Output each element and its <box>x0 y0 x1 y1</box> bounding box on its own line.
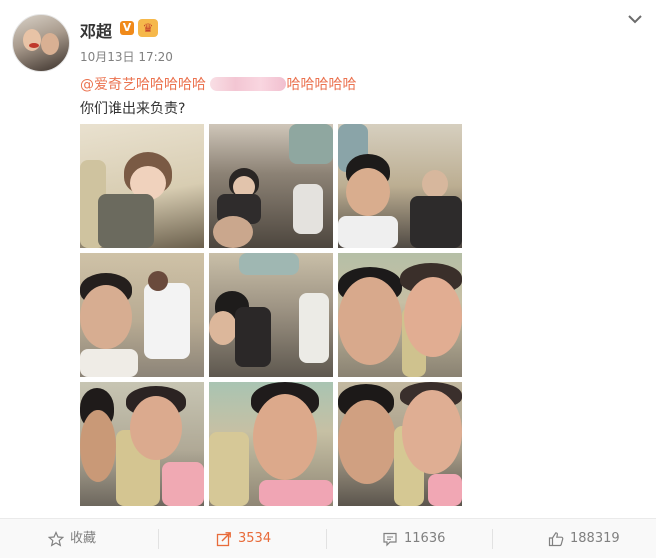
vip-crown-icon: ♛ <box>138 19 158 37</box>
verified-badge-icon: V <box>120 21 134 35</box>
share-icon <box>216 532 231 547</box>
divider <box>326 529 327 549</box>
photo-thumbnail[interactable] <box>80 382 204 506</box>
favorite-button[interactable]: 收藏 <box>48 519 128 558</box>
star-icon <box>48 531 64 547</box>
author-name[interactable]: 邓超 <box>80 18 112 42</box>
comment-button[interactable]: 11636 <box>382 519 462 558</box>
weibo-post-card: 邓超 V ♛ 10月13日 17:20 @爱奇艺哈哈哈哈哈 哈哈哈哈哈 你们谁出… <box>0 0 656 558</box>
divider <box>492 529 493 549</box>
share-button[interactable]: 3534 <box>216 519 296 558</box>
photo-thumbnail[interactable] <box>80 253 204 377</box>
comment-icon <box>383 532 397 547</box>
avatar-face <box>41 33 59 55</box>
photo-thumbnail[interactable] <box>209 253 333 377</box>
photo-thumbnail[interactable] <box>338 253 462 377</box>
photo-thumbnail[interactable] <box>209 124 333 248</box>
photo-thumbnail[interactable] <box>338 382 462 506</box>
like-count: 188319 <box>570 531 620 546</box>
favorite-label: 收藏 <box>70 531 97 546</box>
photo-thumbnail[interactable] <box>80 124 204 248</box>
like-button[interactable]: 188319 <box>548 519 638 558</box>
like-icon <box>548 532 564 547</box>
post-content: @爱奇艺哈哈哈哈哈 哈哈哈哈哈 你们谁出来负责? <box>80 73 620 121</box>
share-count: 3534 <box>238 531 272 546</box>
divider <box>158 529 159 549</box>
action-bar: 收藏 3534 11636 188319 <box>0 518 656 558</box>
photo-thumbnail[interactable] <box>209 382 333 506</box>
mention-link-tail[interactable]: 哈哈哈哈哈 <box>286 77 356 93</box>
blurred-mention <box>210 77 287 91</box>
post-timestamp[interactable]: 10月13日 17:20 <box>80 48 173 65</box>
photo-thumbnail[interactable] <box>338 124 462 248</box>
avatar-lips <box>29 43 39 48</box>
chevron-down-icon[interactable] <box>626 12 644 26</box>
comment-count: 11636 <box>404 531 446 546</box>
author-avatar[interactable] <box>12 14 70 72</box>
post-text: 你们谁出来负责? <box>80 101 186 117</box>
mention-link[interactable]: @爱奇艺哈哈哈哈哈 <box>80 77 206 93</box>
